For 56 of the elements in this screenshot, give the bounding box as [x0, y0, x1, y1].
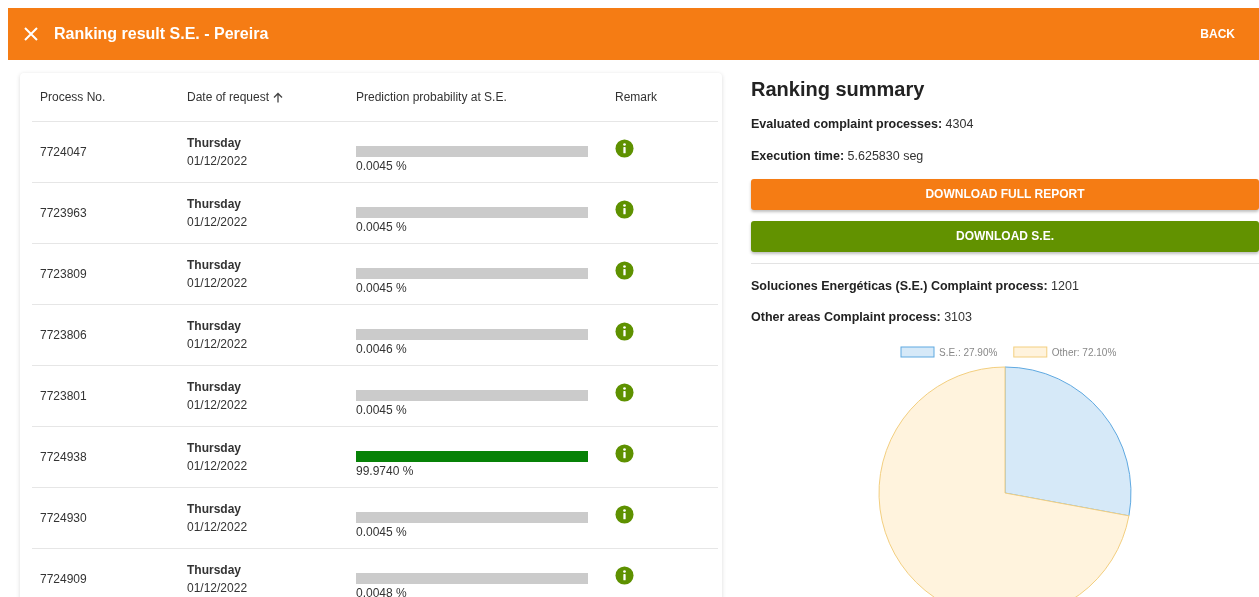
date-text: 01/12/2022: [187, 153, 249, 170]
section-title: Ranking summary: [751, 77, 926, 101]
probability-value: 0.0048 %: [356, 584, 407, 597]
probability-value: 0.0045 %: [356, 523, 407, 541]
info-icon[interactable]: [615, 199, 634, 219]
sort-arrow-icon[interactable]: [273, 91, 284, 103]
summary-stat: Soluciones Energéticas (S.E.) Complaint process: 1201: [751, 277, 1080, 295]
probability-value: 0.0045 %: [356, 401, 407, 419]
weekday-text: Thursday: [187, 379, 242, 396]
probability-value: 0.0045 %: [356, 279, 407, 297]
info-icon[interactable]: [615, 382, 634, 402]
probability-value: 0.0045 %: [356, 157, 407, 175]
summary-stat: Other areas Complaint process: 3103: [751, 309, 973, 327]
process-number: 7724938: [40, 449, 88, 466]
date-text: 01/12/2022: [187, 275, 249, 292]
probability-value: 0.0045 %: [356, 218, 407, 236]
legend-item: Other: 72.10%: [1013, 346, 1117, 358]
weekday-text: Thursday: [187, 562, 242, 579]
info-icon[interactable]: [615, 321, 634, 341]
date-text: 01/12/2022: [187, 336, 249, 353]
info-icon[interactable]: [615, 443, 634, 463]
download-button[interactable]: DOWNLOAD S.E.: [751, 220, 1259, 252]
weekday-text: Thursday: [187, 135, 242, 152]
info-icon[interactable]: [615, 138, 634, 158]
weekday-text: Thursday: [187, 196, 242, 213]
legend-label: Other: 72.10%: [1051, 347, 1117, 358]
probability-value: 99.9740 %: [356, 462, 414, 480]
column-header[interactable]: Prediction probability at S.E.: [356, 88, 507, 106]
info-icon[interactable]: [615, 260, 634, 280]
date-text: 01/12/2022: [187, 397, 249, 414]
date-text: 01/12/2022: [187, 458, 249, 475]
weekday-text: Thursday: [187, 257, 242, 274]
process-number: 7724047: [40, 144, 88, 161]
weekday-text: Thursday: [187, 440, 242, 457]
process-number: 7723963: [40, 205, 88, 222]
legend-label: S.E.: 27.90%: [939, 347, 998, 358]
weekday-text: Thursday: [187, 318, 242, 335]
info-icon[interactable]: [615, 504, 634, 524]
legend-item: S.E.: 27.90%: [900, 346, 998, 358]
process-number: 7724909: [40, 571, 88, 588]
column-header[interactable]: Process No.: [40, 88, 106, 106]
process-number: 7723801: [40, 388, 88, 405]
process-number: 7723809: [40, 266, 88, 283]
info-icon[interactable]: [615, 565, 634, 585]
summary-stat: Evaluated complaint processes: 4304: [751, 116, 975, 133]
column-header[interactable]: Remark: [615, 88, 657, 106]
process-number: 7723806: [40, 327, 88, 344]
page-title: Ranking result S.E. - Pereira: [54, 24, 269, 44]
probability-value: 0.0046 %: [356, 340, 407, 358]
weekday-text: Thursday: [187, 501, 242, 518]
summary-stat: Execution time: 5.625830 seg: [751, 147, 925, 165]
date-text: 01/12/2022: [187, 580, 249, 597]
date-text: 01/12/2022: [187, 519, 249, 536]
column-header[interactable]: Date of request: [187, 88, 270, 106]
process-number: 7724930: [40, 510, 88, 527]
date-text: 01/12/2022: [187, 214, 249, 231]
